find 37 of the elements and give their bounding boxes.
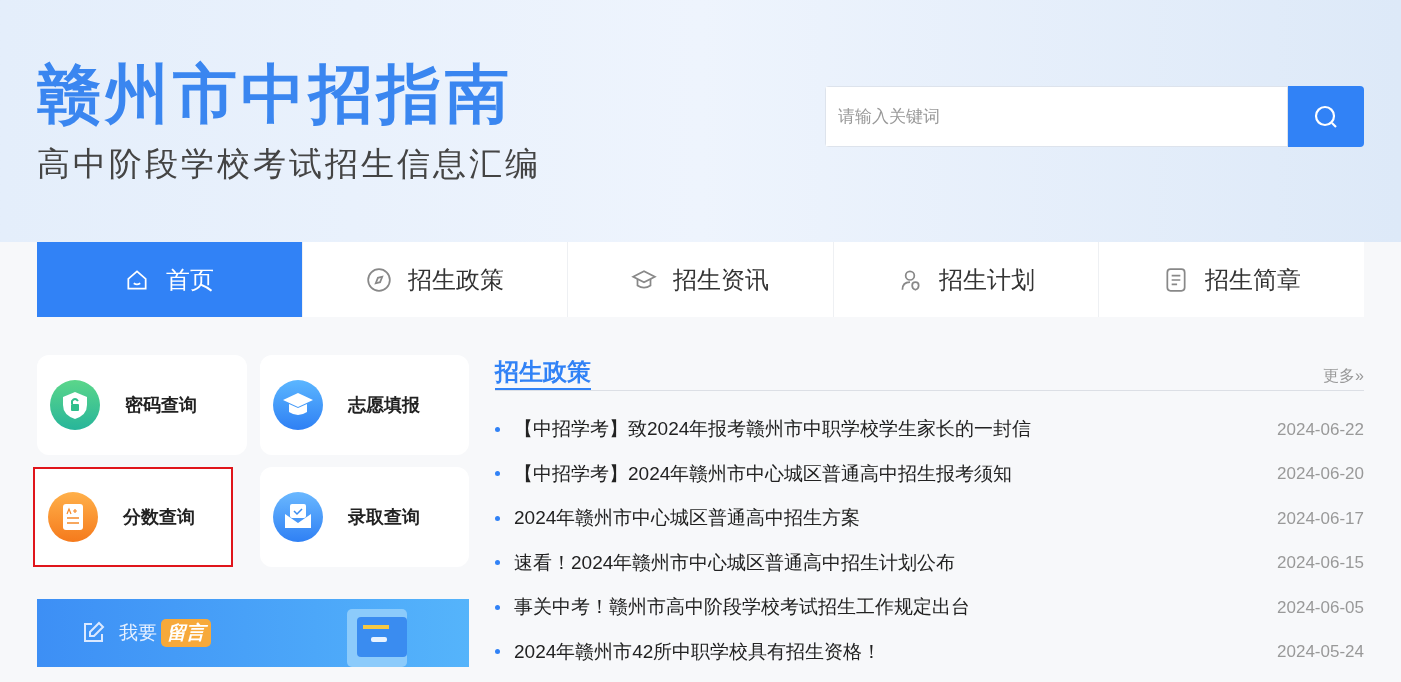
news-link[interactable]: 2024年赣州市中心城区普通高中招生方案 xyxy=(514,504,1278,533)
envelope-check-icon xyxy=(272,492,323,542)
edit-icon xyxy=(81,621,105,645)
news-link[interactable]: 速看！2024年赣州市中心城区普通高中招生计划公布 xyxy=(514,548,1278,577)
compass-icon xyxy=(365,266,392,293)
site-title: 赣州市中招指南 xyxy=(37,56,514,133)
bullet-icon xyxy=(495,426,500,432)
site-subtitle: 高中阶段学校考试招生信息汇编 xyxy=(37,143,541,185)
news-link[interactable]: 【中招学考】致2024年报考赣州市中职学校学生家长的一封信 xyxy=(514,415,1278,444)
score-sheet-icon xyxy=(48,492,98,542)
news-link[interactable]: 事关中考！赣州市高中阶段学校考试招生工作规定出台 xyxy=(514,593,1278,622)
banner-text: 我要 xyxy=(119,620,157,645)
bullet-icon xyxy=(495,604,500,610)
quick-link-card[interactable]: 密码查询 xyxy=(37,355,247,455)
news-date: 2024-06-05 xyxy=(1277,596,1364,619)
shield-lock-icon xyxy=(50,380,100,430)
news-date: 2024-06-22 xyxy=(1277,418,1364,441)
news-link[interactable]: 【中招学考】2024年赣州市中心城区普通高中招生报考须知 xyxy=(514,459,1278,488)
quick-link-card[interactable]: 分数查询 xyxy=(33,467,233,567)
news-date: 2024-06-17 xyxy=(1277,507,1364,530)
section-title: 招生政策 xyxy=(495,355,591,390)
search-field[interactable]: 请输入关键词 xyxy=(825,86,1288,147)
bullet-icon xyxy=(495,515,500,521)
quick-link-card[interactable]: 录取查询 xyxy=(259,467,469,567)
nav-tab[interactable]: 首页 xyxy=(37,242,302,317)
bullet-icon xyxy=(495,649,500,655)
graduation-cap-icon xyxy=(272,380,323,430)
bullet-icon xyxy=(495,560,500,566)
search-button[interactable] xyxy=(1288,86,1364,147)
news-date: 2024-06-15 xyxy=(1277,552,1364,574)
bullet-icon xyxy=(495,471,500,477)
search-icon xyxy=(1313,103,1339,130)
news-link[interactable]: 2024年赣州市42所中职学校具有招生资格！ xyxy=(514,637,1278,666)
message-badge: 留言 xyxy=(161,618,211,648)
quick-link-card[interactable]: 志愿填报 xyxy=(259,355,469,455)
news-date: 2024-05-24 xyxy=(1277,641,1364,663)
news-date: 2024-06-20 xyxy=(1277,463,1364,485)
